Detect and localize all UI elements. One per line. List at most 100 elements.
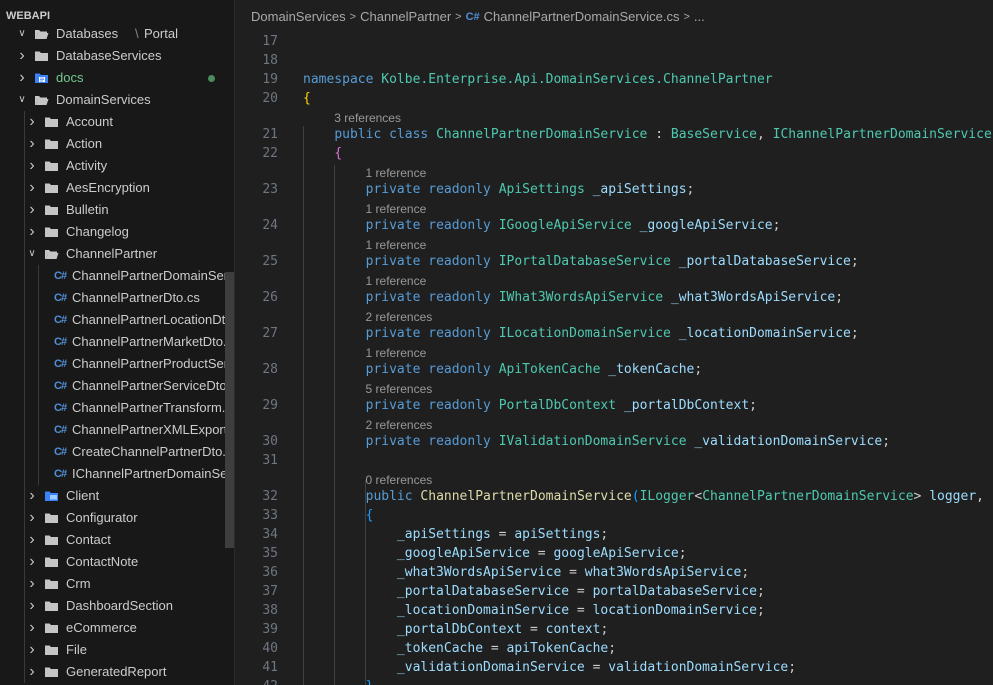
tree-item[interactable]: C# ChannelPartnerLocationDt... [0, 309, 234, 331]
chevron-right-icon[interactable]: › [26, 661, 38, 683]
code-line[interactable]: 20 { [235, 89, 993, 108]
tree-item[interactable]: C# ChannelPartnerXMLExport... [0, 419, 234, 441]
tree-item[interactable]: › Configurator [0, 507, 234, 529]
tree-item[interactable]: ∨ Databases \ Portal [0, 23, 234, 45]
breadcrumb-item[interactable]: ... [694, 9, 705, 24]
code-line[interactable]: 27 private readonly ILocationDomainServi… [235, 324, 993, 343]
chevron-right-icon[interactable]: › [26, 573, 38, 595]
tree-item[interactable]: C# ChannelPartnerServiceDto.... [0, 375, 234, 397]
tree-item[interactable]: › eCommerce [0, 617, 234, 639]
code-line[interactable]: 19 namespace Kolbe.Enterprise.Api.DomainS… [235, 70, 993, 89]
tree-item[interactable]: › GeneratedReport [0, 661, 234, 683]
tree-item[interactable]: › Crm [0, 573, 234, 595]
chevron-down-icon[interactable]: ∨ [26, 243, 38, 265]
codelens-references[interactable]: 0 references [366, 472, 433, 488]
code-line[interactable]: 31 [235, 451, 993, 470]
tree-item[interactable]: › AesEncryption [0, 177, 234, 199]
codelens-references[interactable]: 2 references [366, 417, 433, 433]
chevron-right-icon[interactable]: › [26, 507, 38, 529]
code-token: ; [788, 660, 797, 675]
chevron-right-icon[interactable]: › [16, 67, 28, 89]
chevron-right-icon[interactable]: › [26, 639, 38, 661]
code-line[interactable]: 25 private readonly IPortalDatabaseServi… [235, 252, 993, 271]
tree-item[interactable]: › Action [0, 133, 234, 155]
line-number: 18 [262, 53, 278, 68]
tree-item[interactable]: › docs [0, 67, 234, 89]
tree-item[interactable]: C# ChannelPartnerTransform.cs [0, 397, 234, 419]
code-editor[interactable]: DomainServices > ChannelPartner > C# ChannelP… [235, 0, 993, 685]
codelens-references[interactable]: 2 references [366, 309, 433, 325]
code-line[interactable]: 26 private readonly IWhat3WordsApiServic… [235, 288, 993, 307]
code-text: { [303, 89, 311, 108]
tree-item[interactable]: › DashboardSection [0, 595, 234, 617]
code-line[interactable]: 23 private readonly ApiSettings _apiSett… [235, 180, 993, 199]
chevron-right-icon[interactable]: › [26, 529, 38, 551]
tree-item[interactable]: ∨ ChannelPartner [0, 243, 234, 265]
tree-item[interactable]: › Contact [0, 529, 234, 551]
code-line[interactable]: 22 { [235, 144, 993, 163]
code-line[interactable]: 41 _validationDomainService = validation… [235, 658, 993, 677]
chevron-right-icon[interactable]: › [26, 133, 38, 155]
folder-icon [34, 94, 49, 106]
code-line[interactable]: 42 } [235, 677, 993, 685]
breadcrumb-item[interactable]: DomainServices [251, 9, 346, 24]
code-line[interactable]: 39 _portalDbContext = context; [235, 620, 993, 639]
tree-item[interactable]: C# ChannelPartnerMarketDto.... [0, 331, 234, 353]
tree-item[interactable]: › Changelog [0, 221, 234, 243]
tree-item[interactable]: › Bulletin [0, 199, 234, 221]
codelens-references[interactable]: 1 reference [366, 201, 427, 217]
chevron-right-icon[interactable]: › [26, 595, 38, 617]
chevron-right-icon[interactable]: › [26, 177, 38, 199]
codelens-references[interactable]: 1 reference [366, 237, 427, 253]
code-text: _tokenCache = apiTokenCache; [303, 639, 616, 658]
chevron-down-icon[interactable]: ∨ [16, 23, 28, 45]
indent-guide [38, 265, 39, 485]
code-line[interactable]: 33 { [235, 506, 993, 525]
sidebar-scrollbar[interactable] [225, 272, 234, 548]
tree-item[interactable]: › DatabaseServices [0, 45, 234, 67]
chevron-right-icon[interactable]: › [26, 111, 38, 133]
codelens-references[interactable]: 1 reference [366, 165, 427, 181]
code-line[interactable]: 21 public class ChannelPartnerDomainServ… [235, 125, 993, 144]
codelens-references[interactable]: 1 reference [366, 345, 427, 361]
tree-item[interactable]: › Account [0, 111, 234, 133]
tree-item[interactable]: › File [0, 639, 234, 661]
codelens-references[interactable]: 5 references [366, 381, 433, 397]
codelens-references[interactable]: 3 references [334, 110, 401, 126]
csharp-file-icon: C# [54, 424, 67, 436]
code-line[interactable]: 32 public ChannelPartnerDomainService(IL… [235, 487, 993, 506]
tree-item[interactable]: › ContactNote [0, 551, 234, 573]
code-line[interactable]: 29 private readonly PortalDbContext _por… [235, 396, 993, 415]
chevron-right-icon[interactable]: › [26, 155, 38, 177]
tree-item[interactable]: ∨ DomainServices [0, 89, 234, 111]
tree-item[interactable]: C# ChannelPartnerProductSer... [0, 353, 234, 375]
code-line[interactable]: 28 private readonly ApiTokenCache _token… [235, 360, 993, 379]
breadcrumb-item[interactable]: ChannelPartner [360, 9, 451, 24]
chevron-right-icon[interactable]: › [26, 221, 38, 243]
code-line[interactable]: 17 [235, 32, 993, 51]
code-line[interactable]: 36 _what3WordsApiService = what3WordsApi… [235, 563, 993, 582]
tree-item[interactable]: C# ChannelPartnerDomainSer... [0, 265, 234, 287]
code-line[interactable]: 37 _portalDatabaseService = portalDataba… [235, 582, 993, 601]
code-line[interactable]: 18 [235, 51, 993, 70]
code-token: = [522, 622, 546, 637]
chevron-right-icon[interactable]: › [26, 551, 38, 573]
code-line[interactable]: 34 _apiSettings = apiSettings; [235, 525, 993, 544]
tree-item[interactable]: C# IChannelPartnerDomainSe... [0, 463, 234, 485]
tree-item[interactable]: › Activity [0, 155, 234, 177]
tree-item[interactable]: › Client [0, 485, 234, 507]
chevron-right-icon[interactable]: › [26, 199, 38, 221]
chevron-right-icon[interactable]: › [26, 485, 38, 507]
code-line[interactable]: 38 _locationDomainService = locationDoma… [235, 601, 993, 620]
chevron-down-icon[interactable]: ∨ [16, 89, 28, 111]
tree-item[interactable]: C# CreateChannelPartnerDto.cs [0, 441, 234, 463]
code-line[interactable]: 24 private readonly IGoogleApiService _g… [235, 216, 993, 235]
breadcrumb-item[interactable]: ChannelPartnerDomainService.cs [484, 9, 680, 24]
code-line[interactable]: 40 _tokenCache = apiTokenCache; [235, 639, 993, 658]
codelens-references[interactable]: 1 reference [366, 273, 427, 289]
tree-item[interactable]: C# ChannelPartnerDto.cs [0, 287, 234, 309]
chevron-right-icon[interactable]: › [16, 45, 28, 67]
chevron-right-icon[interactable]: › [26, 617, 38, 639]
code-line[interactable]: 35 _googleApiService = googleApiService; [235, 544, 993, 563]
code-line[interactable]: 30 private readonly IValidationDomainSer… [235, 432, 993, 451]
